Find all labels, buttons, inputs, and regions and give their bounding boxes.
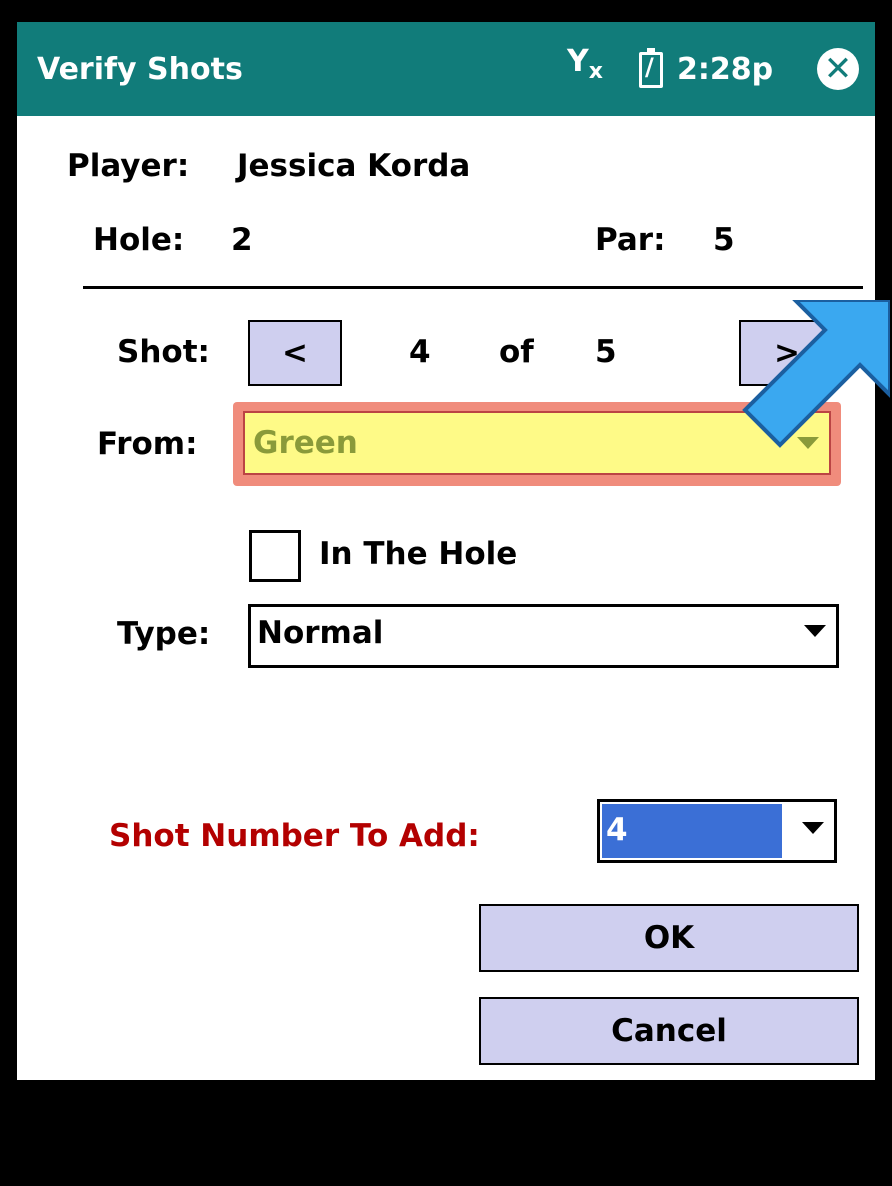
type-select-value: Normal	[257, 615, 384, 651]
previous-shot-button[interactable]: <	[248, 320, 342, 386]
window-title: Verify Shots	[37, 52, 243, 87]
from-select-value: Green	[253, 425, 358, 461]
par-value: 5	[713, 222, 735, 258]
from-label: From:	[97, 426, 198, 462]
selected-value-highlight: 4	[602, 804, 782, 858]
hole-label: Hole:	[93, 222, 185, 258]
ok-button[interactable]: OK	[479, 904, 859, 972]
chevron-down-icon	[802, 822, 824, 834]
par-label: Par:	[595, 222, 666, 258]
dialog-body: Player: Jessica Korda Hole: 2 Par: 5 Sho…	[17, 116, 875, 1080]
hole-value: 2	[231, 222, 253, 258]
type-label: Type:	[117, 616, 211, 652]
in-the-hole-checkbox[interactable]	[249, 530, 301, 582]
shot-label: Shot:	[117, 334, 210, 370]
total-shots: 5	[595, 334, 617, 370]
clock-time: 2:28p	[677, 52, 774, 87]
type-select[interactable]: Normal	[248, 604, 839, 668]
pointer-arrow-icon	[740, 298, 892, 454]
player-label: Player:	[67, 148, 190, 184]
shot-of-label: of	[499, 334, 534, 370]
in-the-hole-label: In The Hole	[319, 536, 518, 572]
title-bar: Verify Shots Yx 2:28p ✕	[17, 22, 875, 116]
divider	[83, 286, 863, 289]
battery-icon	[639, 48, 663, 88]
signal-icon: Yx	[567, 44, 603, 84]
close-icon[interactable]: ✕	[817, 48, 859, 90]
chevron-down-icon	[804, 625, 826, 637]
current-shot-number: 4	[409, 334, 431, 370]
shot-number-select[interactable]: 4	[597, 799, 837, 863]
cancel-button[interactable]: Cancel	[479, 997, 859, 1065]
player-name: Jessica Korda	[237, 148, 471, 184]
shot-number-to-add-label: Shot Number To Add:	[109, 818, 480, 854]
